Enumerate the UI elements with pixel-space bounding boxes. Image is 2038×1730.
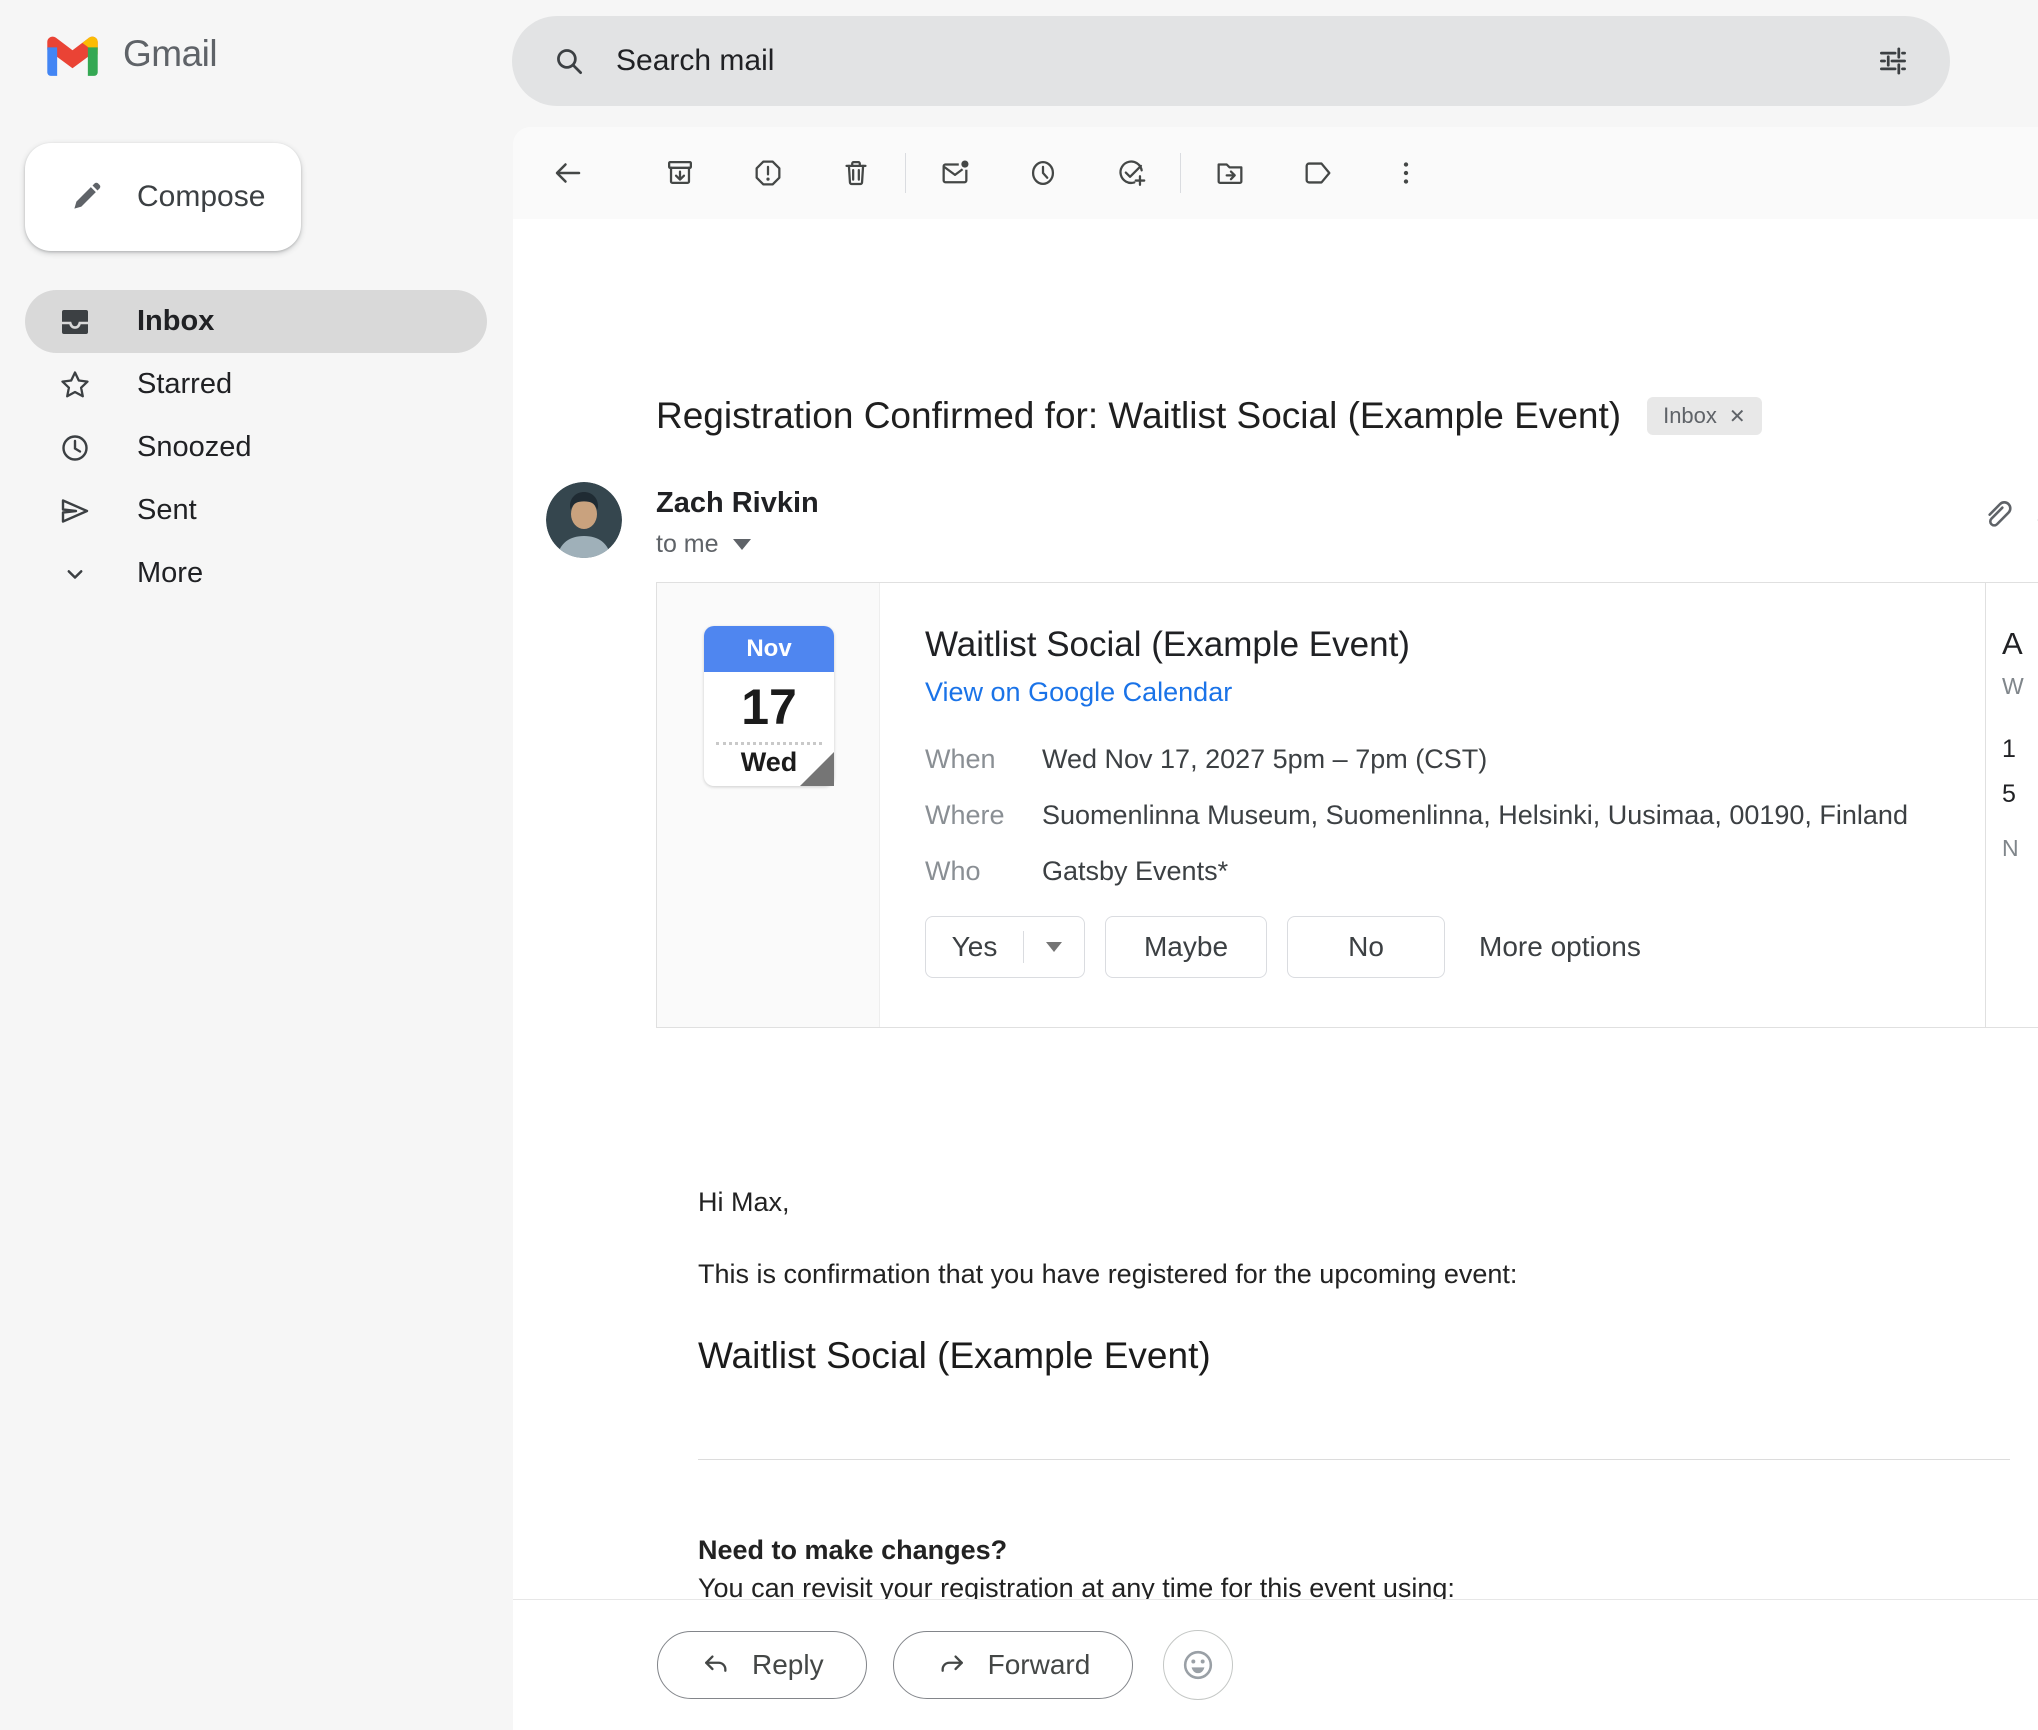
- gmail-logo[interactable]: Gmail: [44, 32, 217, 76]
- pencil-icon: [67, 178, 105, 216]
- reply-arrow-icon: [700, 1649, 732, 1681]
- compose-label: Compose: [137, 180, 265, 214]
- sidebar-item-label: More: [137, 557, 203, 590]
- send-icon: [55, 493, 95, 529]
- where-value: Suomenlinna Museum, Suomenlinna, Helsink…: [1042, 800, 1908, 831]
- compose-button[interactable]: Compose: [25, 143, 301, 251]
- agenda-text-fragment: N: [2002, 835, 2019, 862]
- rsvp-yes-dropdown[interactable]: [1024, 942, 1084, 952]
- agenda-text-fragment: W: [2002, 673, 2024, 700]
- sidebar-item-inbox[interactable]: Inbox: [25, 290, 487, 353]
- event-title: Waitlist Social (Example Event): [925, 625, 1985, 665]
- rsvp-yes-split-button: Yes: [925, 916, 1085, 978]
- body-divider: [698, 1459, 2010, 1460]
- confirmation-text: This is confirmation that you have regis…: [698, 1259, 1517, 1290]
- sidebar-item-sent[interactable]: Sent: [25, 479, 487, 542]
- page-fold-decoration: [800, 752, 834, 786]
- emoji-reaction-button[interactable]: [1163, 1630, 1233, 1700]
- sidebar-item-label: Sent: [137, 494, 197, 527]
- move-to-icon[interactable]: [1195, 138, 1265, 208]
- gmail-m-icon: [44, 32, 101, 76]
- rsvp-yes-button[interactable]: Yes: [926, 931, 1024, 963]
- dropdown-caret-icon: [1046, 942, 1062, 952]
- sender-avatar[interactable]: [546, 482, 622, 558]
- gmail-wordmark: Gmail: [123, 33, 217, 75]
- more-options-link[interactable]: More options: [1479, 931, 1641, 963]
- snooze-icon[interactable]: [1008, 138, 1078, 208]
- agenda-text-fragment: 1: [2002, 735, 2016, 764]
- sender-name[interactable]: Zach Rivkin: [656, 487, 819, 520]
- calendar-date-chip: Nov 17 Wed: [704, 626, 834, 786]
- recipient-label: to me: [656, 530, 719, 559]
- toolbar-divider: [905, 153, 906, 193]
- event-who-row: Who Gatsby Events*: [925, 856, 1985, 887]
- sidebar-item-snoozed[interactable]: Snoozed: [25, 416, 487, 479]
- forward-arrow-icon: [936, 1649, 968, 1681]
- search-input[interactable]: [616, 44, 1874, 78]
- search-options-icon[interactable]: [1874, 42, 1912, 80]
- recipient-toggle[interactable]: to me: [656, 530, 751, 559]
- details-caret-icon: [733, 539, 751, 550]
- forward-label: Forward: [988, 1649, 1091, 1681]
- delete-icon[interactable]: [821, 138, 891, 208]
- event-when-row: When Wed Nov 17, 2027 5pm – 7pm (CST): [925, 744, 1985, 775]
- rsvp-buttons: Yes Maybe No More options: [925, 916, 1641, 978]
- calendar-dotted-divider: [716, 742, 822, 745]
- view-on-google-calendar-link[interactable]: View on Google Calendar: [925, 677, 1232, 708]
- rsvp-maybe-button[interactable]: Maybe: [1105, 916, 1267, 978]
- sidebar-nav: Inbox Starred Snoozed Sent M: [25, 290, 487, 605]
- search-icon[interactable]: [550, 42, 588, 80]
- archive-icon[interactable]: [645, 138, 715, 208]
- mail-toolbar: [513, 127, 2038, 219]
- sidebar-item-label: Starred: [137, 368, 232, 401]
- who-label: Who: [925, 856, 1042, 887]
- sidebar-item-label: Snoozed: [137, 431, 252, 464]
- chevron-down-icon: [55, 558, 95, 590]
- forward-button[interactable]: Forward: [893, 1631, 1134, 1699]
- calendar-day: 17: [704, 678, 834, 736]
- when-label: When: [925, 744, 1042, 775]
- labels-icon[interactable]: [1283, 138, 1353, 208]
- star-icon: [55, 367, 95, 403]
- inbox-icon: [55, 304, 95, 340]
- sidebar-item-label: Inbox: [137, 305, 214, 338]
- paperclip-icon: [1978, 493, 2018, 533]
- inbox-label-text: Inbox: [1663, 403, 1717, 429]
- remove-label-icon[interactable]: ✕: [1729, 404, 1746, 429]
- reply-footer-bar: Reply Forward: [513, 1599, 2038, 1730]
- changes-heading: Need to make changes?: [698, 1535, 1007, 1566]
- greeting-text: Hi Max,: [698, 1187, 790, 1218]
- who-value: Gatsby Events*: [1042, 856, 1228, 887]
- back-icon[interactable]: [533, 138, 603, 208]
- event-details: Waitlist Social (Example Event) View on …: [880, 583, 1985, 1027]
- clock-icon: [55, 430, 95, 466]
- where-label: Where: [925, 800, 1042, 831]
- calendar-date-panel: Nov 17 Wed: [657, 583, 880, 1027]
- event-where-row: Where Suomenlinna Museum, Suomenlinna, H…: [925, 800, 1985, 831]
- calendar-event-card: Nov 17 Wed Waitlist Social (Example Even…: [656, 582, 2038, 1028]
- when-value: Wed Nov 17, 2027 5pm – 7pm (CST): [1042, 744, 1487, 775]
- reply-label: Reply: [752, 1649, 824, 1681]
- calendar-month: Nov: [704, 626, 834, 672]
- report-spam-icon[interactable]: [733, 138, 803, 208]
- rsvp-no-button[interactable]: No: [1287, 916, 1445, 978]
- body-event-title: Waitlist Social (Example Event): [698, 1335, 1211, 1377]
- agenda-panel: A W 1 5 N: [1985, 583, 2038, 1027]
- mail-view-card: Registration Confirmed for: Waitlist Soc…: [513, 127, 2038, 1730]
- search-bar[interactable]: [512, 16, 1950, 106]
- sidebar-item-starred[interactable]: Starred: [25, 353, 487, 416]
- add-to-tasks-icon[interactable]: [1096, 138, 1166, 208]
- agenda-text-fragment: 5: [2002, 780, 2016, 809]
- mark-unread-icon[interactable]: [920, 138, 990, 208]
- inbox-label-chip[interactable]: Inbox ✕: [1647, 397, 1762, 435]
- agenda-text-fragment: A: [2002, 626, 2023, 662]
- toolbar-divider: [1180, 153, 1181, 193]
- reply-button[interactable]: Reply: [657, 1631, 867, 1699]
- email-subject: Registration Confirmed for: Waitlist Soc…: [656, 395, 1621, 437]
- more-vert-icon[interactable]: [1371, 138, 1441, 208]
- sidebar-item-more[interactable]: More: [25, 542, 487, 605]
